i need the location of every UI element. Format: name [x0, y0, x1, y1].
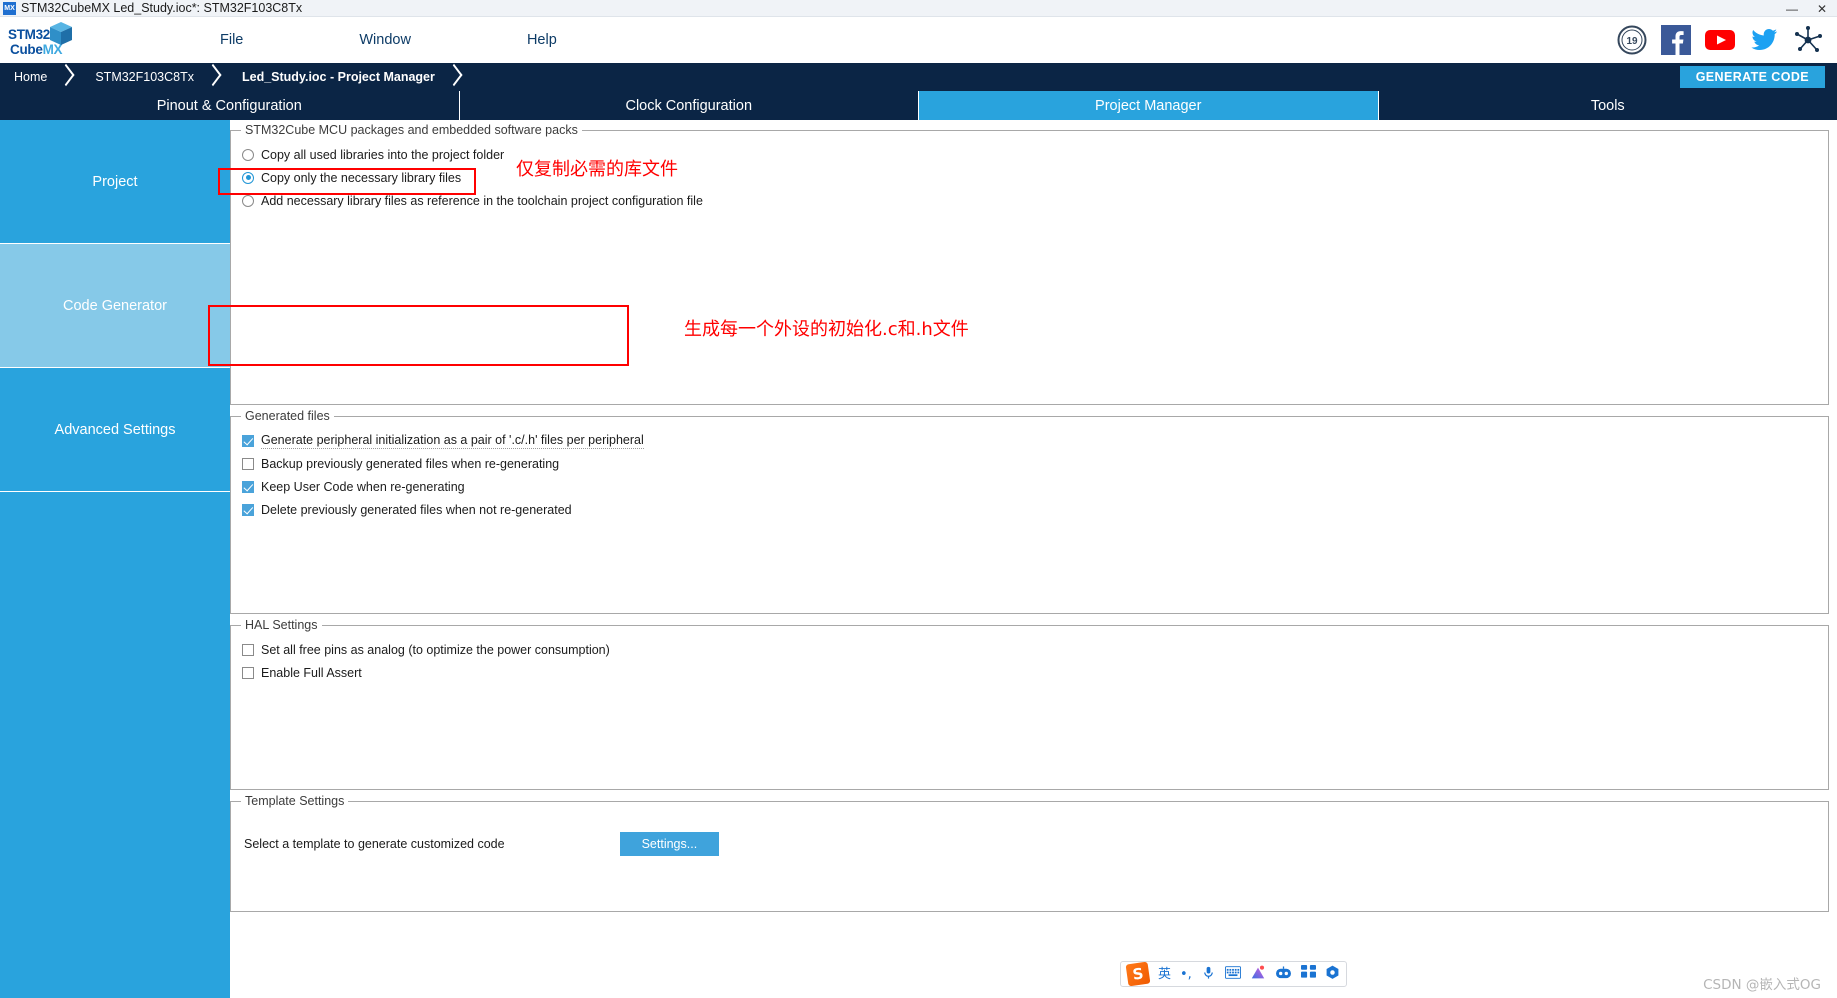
- csdn-watermark: CSDN @嵌入式OG: [1703, 977, 1821, 993]
- menu-bar: STM32 CubeMX File Window Help 19: [0, 17, 1837, 63]
- option-copy-all-libraries-label[interactable]: Copy all used libraries into the project…: [261, 148, 504, 162]
- checkbox-set-free-pins-analog[interactable]: [242, 643, 254, 656]
- ime-toolbar[interactable]: S 英 •,: [1120, 961, 1347, 987]
- option-backup-generated-files-label[interactable]: Backup previously generated files when r…: [261, 457, 559, 471]
- facebook-icon[interactable]: [1661, 25, 1691, 55]
- menu-item-list: File Window Help: [208, 28, 661, 52]
- breadcrumb-chevron-icon: [55, 63, 81, 91]
- radio-copy-all-libraries[interactable]: [242, 148, 254, 161]
- stm32cubemx-logo: STM32 CubeMX: [8, 21, 72, 59]
- breadcrumb-chevron-icon: [202, 63, 228, 91]
- option-delete-generated-files-label[interactable]: Delete previously generated files when n…: [261, 503, 572, 517]
- tab-tools[interactable]: Tools: [1379, 91, 1837, 120]
- logo-cube-text: Cube: [10, 42, 43, 57]
- twitter-icon[interactable]: [1749, 25, 1779, 55]
- ime-apps-grid-icon[interactable]: [1300, 965, 1316, 983]
- option-keep-user-code[interactable]: Keep User Code when re-generating: [239, 475, 1820, 498]
- option-backup-generated-files[interactable]: Backup previously generated files when r…: [239, 452, 1820, 475]
- close-button[interactable]: ✕: [1807, 0, 1837, 17]
- group-hal-settings: HAL Settings Set all free pins as analog…: [230, 618, 1829, 790]
- tab-project-manager[interactable]: Project Manager: [919, 91, 1379, 120]
- minimize-button[interactable]: —: [1777, 0, 1807, 17]
- sidebar-item-project[interactable]: Project: [0, 120, 230, 244]
- checkbox-backup-generated-files[interactable]: [242, 457, 254, 470]
- option-keep-user-code-label[interactable]: Keep User Code when re-generating: [261, 480, 465, 494]
- tab-clock-configuration[interactable]: Clock Configuration: [460, 91, 919, 120]
- option-copy-necessary-library-label[interactable]: Copy only the necessary library files: [261, 171, 461, 185]
- option-delete-generated-files[interactable]: Delete previously generated files when n…: [239, 498, 1820, 521]
- checkbox-enable-full-assert[interactable]: [242, 666, 254, 679]
- sidebar-item-advanced-settings[interactable]: Advanced Settings: [0, 368, 230, 492]
- social-links: 19: [1617, 25, 1823, 55]
- ime-language-mode[interactable]: 英: [1158, 968, 1171, 981]
- radio-copy-necessary-library[interactable]: [242, 171, 254, 184]
- sidebar-item-code-generator[interactable]: Code Generator: [0, 244, 230, 368]
- template-settings-button[interactable]: Settings...: [619, 832, 720, 856]
- option-add-library-reference[interactable]: Add necessary library files as reference…: [239, 189, 1820, 212]
- menu-file[interactable]: File: [208, 28, 255, 52]
- svg-text:19: 19: [1626, 36, 1638, 47]
- checkbox-generate-peripheral-init[interactable]: [242, 434, 254, 447]
- window-title: STM32CubeMX Led_Study.ioc*: STM32F103C8T…: [21, 1, 303, 15]
- breadcrumb-item-home[interactable]: Home: [0, 70, 47, 84]
- radio-add-library-reference[interactable]: [242, 194, 254, 207]
- sidebar-filler: [0, 492, 230, 998]
- ime-settings-icon[interactable]: [1325, 965, 1340, 983]
- ime-voice-input-icon[interactable]: [1201, 965, 1216, 983]
- option-set-free-pins-analog-label[interactable]: Set all free pins as analog (to optimize…: [261, 643, 610, 657]
- generate-code-button[interactable]: GENERATE CODE: [1679, 66, 1825, 88]
- option-enable-full-assert-label[interactable]: Enable Full Assert: [261, 666, 362, 680]
- option-generate-peripheral-init-label[interactable]: Generate peripheral initialization as a …: [261, 433, 644, 449]
- menu-window[interactable]: Window: [347, 28, 423, 52]
- body-container: Project Code Generator Advanced Settings…: [0, 120, 1837, 998]
- app-icon: MX: [3, 1, 16, 15]
- group-template-settings: Template Settings Select a template to g…: [230, 794, 1829, 912]
- checkbox-keep-user-code[interactable]: [242, 480, 254, 493]
- breadcrumb-item-mcu[interactable]: STM32F103C8Tx: [81, 70, 194, 84]
- group-mcu-packages: STM32Cube MCU packages and embedded soft…: [230, 123, 1829, 405]
- breadcrumb-item-project-manager[interactable]: Led_Study.ioc - Project Manager: [228, 70, 435, 84]
- option-add-library-reference-label[interactable]: Add necessary library files as reference…: [261, 194, 703, 208]
- option-enable-full-assert[interactable]: Enable Full Assert: [239, 661, 1820, 684]
- ime-ai-robot-icon[interactable]: [1275, 965, 1292, 983]
- option-copy-necessary-library[interactable]: Copy only the necessary library files: [239, 166, 1820, 189]
- logo-line1: STM32: [8, 27, 51, 42]
- window-controls: — ✕: [1777, 0, 1837, 17]
- group-generated-files-legend: Generated files: [245, 409, 330, 423]
- group-mcu-packages-legend: STM32Cube MCU packages and embedded soft…: [245, 123, 578, 137]
- group-template-settings-legend: Template Settings: [245, 794, 345, 808]
- breadcrumb: Home STM32F103C8Tx Led_Study.ioc - Proje…: [0, 63, 1837, 91]
- group-generated-files: Generated files Generate peripheral init…: [230, 409, 1829, 614]
- tab-pinout-configuration[interactable]: Pinout & Configuration: [0, 91, 460, 120]
- network-share-icon[interactable]: [1793, 25, 1823, 55]
- option-copy-all-libraries[interactable]: Copy all used libraries into the project…: [239, 143, 1820, 166]
- breadcrumb-chevron-icon: [443, 63, 469, 91]
- ime-keyboard-icon[interactable]: [1224, 966, 1241, 982]
- template-settings-row: Select a template to generate customized…: [239, 832, 1820, 856]
- main-tab-bar: Pinout & Configuration Clock Configurati…: [0, 91, 1837, 120]
- menu-help[interactable]: Help: [515, 28, 569, 52]
- group-hal-settings-legend: HAL Settings: [245, 618, 318, 632]
- template-settings-description: Select a template to generate customized…: [244, 837, 505, 851]
- cube-icon: [48, 21, 74, 52]
- youtube-icon[interactable]: [1705, 25, 1735, 55]
- option-set-free-pins-analog[interactable]: Set all free pins as analog (to optimize…: [239, 638, 1820, 661]
- anniversary-badge-icon[interactable]: 19: [1617, 25, 1647, 55]
- ime-punctuation-icon[interactable]: •,: [1180, 968, 1192, 981]
- ime-skin-icon[interactable]: [1250, 965, 1266, 984]
- option-generate-peripheral-init[interactable]: Generate peripheral initialization as a …: [239, 429, 1820, 452]
- window-titlebar: MX STM32CubeMX Led_Study.ioc*: STM32F103…: [0, 0, 1837, 17]
- sidebar: Project Code Generator Advanced Settings: [0, 120, 230, 998]
- code-generator-panel: STM32Cube MCU packages and embedded soft…: [230, 120, 1837, 998]
- sogou-ime-logo-icon[interactable]: S: [1125, 961, 1151, 987]
- checkbox-delete-generated-files[interactable]: [242, 503, 254, 516]
